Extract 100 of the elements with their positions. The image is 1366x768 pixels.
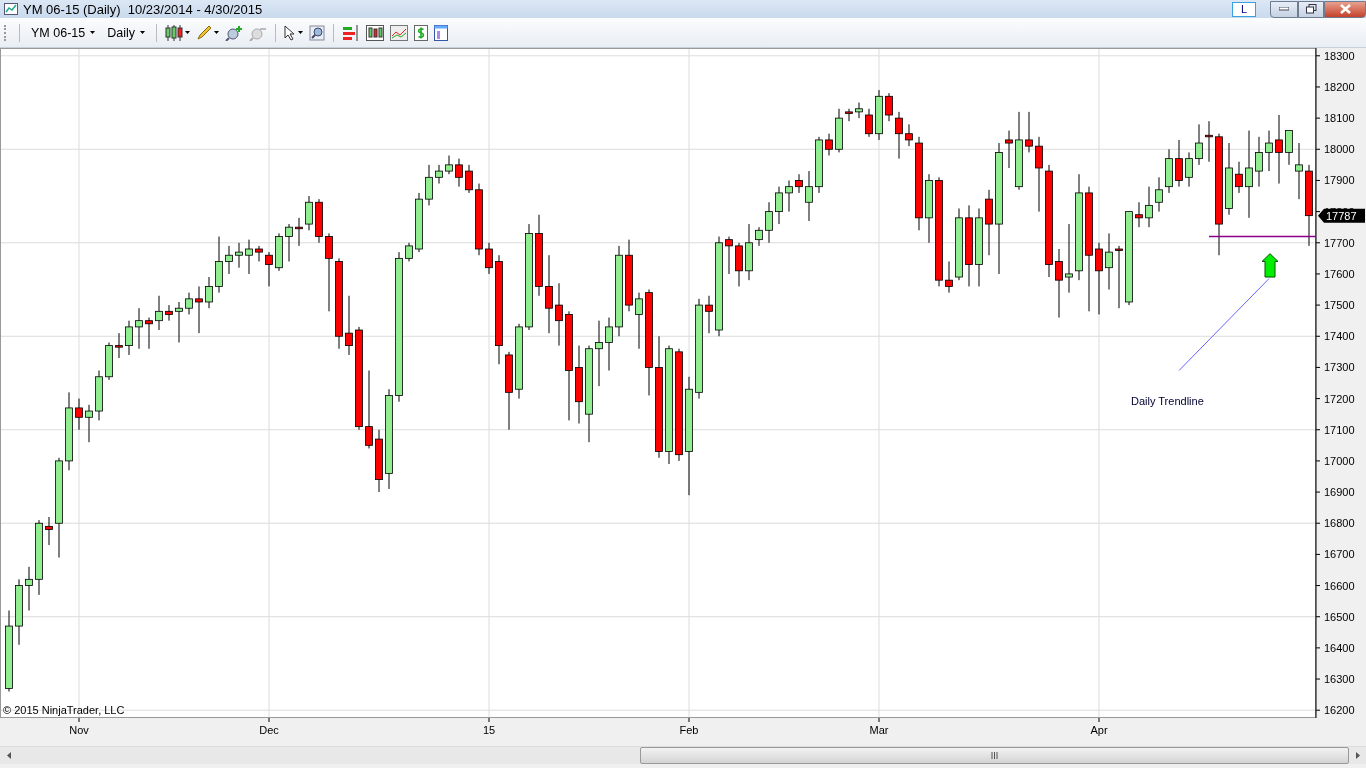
candlestick	[25, 566, 33, 611]
scroll-left-icon[interactable]	[6, 752, 11, 759]
price-axis-label: 18100	[1324, 112, 1355, 125]
candlestick	[1135, 201, 1143, 228]
candlestick	[595, 320, 603, 387]
dollar-button[interactable]	[411, 22, 431, 43]
candlestick	[825, 133, 833, 156]
candlestick	[845, 108, 853, 122]
candlestick	[105, 342, 113, 381]
candlestick	[785, 179, 793, 213]
candlestick	[1235, 161, 1243, 194]
price-axis-label: 18200	[1324, 80, 1355, 93]
candlestick	[275, 232, 283, 272]
candlestick	[485, 242, 493, 275]
candlestick	[265, 251, 273, 287]
candlestick	[155, 295, 163, 331]
price-axis-label: 18300	[1324, 49, 1355, 62]
copyright-text: © 2015 NinjaTrader, LLC	[3, 704, 125, 716]
line-chart-button[interactable]	[387, 22, 411, 43]
candlestick	[295, 217, 303, 247]
caret-icon	[90, 31, 96, 34]
candlestick	[1285, 130, 1293, 166]
candlestick	[1165, 148, 1173, 194]
candlestick	[1055, 248, 1063, 319]
candlestick	[465, 164, 473, 194]
candlestick	[1185, 151, 1193, 188]
candlestick	[445, 155, 453, 175]
properties-button[interactable]	[431, 22, 451, 43]
candlestick	[875, 89, 883, 141]
candlestick	[315, 198, 323, 244]
candlestick	[75, 398, 83, 431]
price-axis-label: 16200	[1324, 704, 1355, 717]
price-axis-label: 16700	[1324, 548, 1355, 561]
restore-button[interactable]	[1298, 0, 1324, 18]
price-axis-label: 17000	[1324, 454, 1355, 467]
candlestick	[215, 236, 223, 294]
search-button[interactable]	[306, 22, 328, 43]
minimize-button[interactable]	[1270, 0, 1298, 18]
candlestick	[15, 578, 23, 646]
date-axis-label: 15	[482, 724, 496, 736]
price-axis-label: 17600	[1324, 267, 1355, 280]
candlestick	[415, 192, 423, 253]
window-title: YM 06-15 (Daily) 10/23/2014 - 4/30/2015	[23, 1, 264, 17]
candlestick	[985, 189, 993, 256]
date-axis-label: Nov	[69, 724, 89, 736]
candlestick	[435, 164, 443, 185]
close-button[interactable]	[1324, 0, 1366, 18]
candlestick	[885, 92, 893, 122]
scrollbar-thumb[interactable]	[640, 747, 1349, 764]
candlestick	[235, 242, 243, 269]
candlestick	[775, 186, 783, 225]
candlestick	[125, 320, 133, 356]
candlestick-icon	[165, 24, 183, 41]
candlestick	[755, 226, 763, 247]
candlestick	[1275, 114, 1283, 185]
candlestick	[795, 173, 803, 194]
candlestick	[815, 136, 823, 194]
candlestick	[255, 245, 263, 262]
cursor-arrow-icon	[284, 24, 296, 41]
restore-icon	[1305, 4, 1317, 14]
price-axis-label: 17500	[1324, 299, 1355, 312]
candlestick	[285, 223, 293, 262]
caret-icon	[185, 31, 190, 34]
candlestick	[735, 242, 743, 287]
candlestick	[375, 429, 383, 493]
grip-icon	[991, 752, 998, 759]
pencil-icon	[196, 24, 212, 41]
candlestick	[205, 276, 213, 309]
candlestick	[725, 236, 733, 275]
candlestick	[455, 158, 463, 188]
candlestick	[145, 317, 153, 350]
layout-button[interactable]: L	[1232, 1, 1256, 17]
search-icon	[309, 24, 325, 41]
instrument-dropdown[interactable]: YM 06-15	[25, 23, 102, 42]
pointer-button[interactable]	[281, 22, 306, 43]
candlestick	[835, 108, 843, 153]
candlestick	[165, 304, 173, 322]
candlestick	[95, 370, 103, 421]
candlestick	[1155, 176, 1163, 213]
bars-icon	[342, 24, 360, 41]
candlestick	[945, 260, 953, 294]
chart-icon	[4, 3, 18, 15]
interval-dropdown[interactable]: Daily	[101, 23, 151, 42]
candlestick	[865, 108, 873, 138]
annotation-label: Daily Trendline	[1131, 394, 1204, 407]
price-axis-label: 17700	[1324, 236, 1355, 249]
price-axis-label: 16600	[1324, 579, 1355, 592]
scroll-right-icon[interactable]	[1355, 752, 1360, 759]
candlestick	[605, 317, 613, 372]
candlestick	[925, 173, 933, 244]
indicators-button[interactable]	[363, 22, 387, 43]
price-axis-label: 18000	[1324, 143, 1355, 156]
price-axis-label: 17300	[1324, 361, 1355, 374]
line-chart-icon	[390, 24, 408, 41]
candlestick	[705, 295, 713, 334]
candlestick	[765, 201, 773, 244]
price-axis-label: 16500	[1324, 610, 1355, 623]
chart-style-button[interactable]	[162, 22, 193, 43]
price-axis-label: 16300	[1324, 673, 1355, 686]
candlestick	[1115, 245, 1123, 309]
